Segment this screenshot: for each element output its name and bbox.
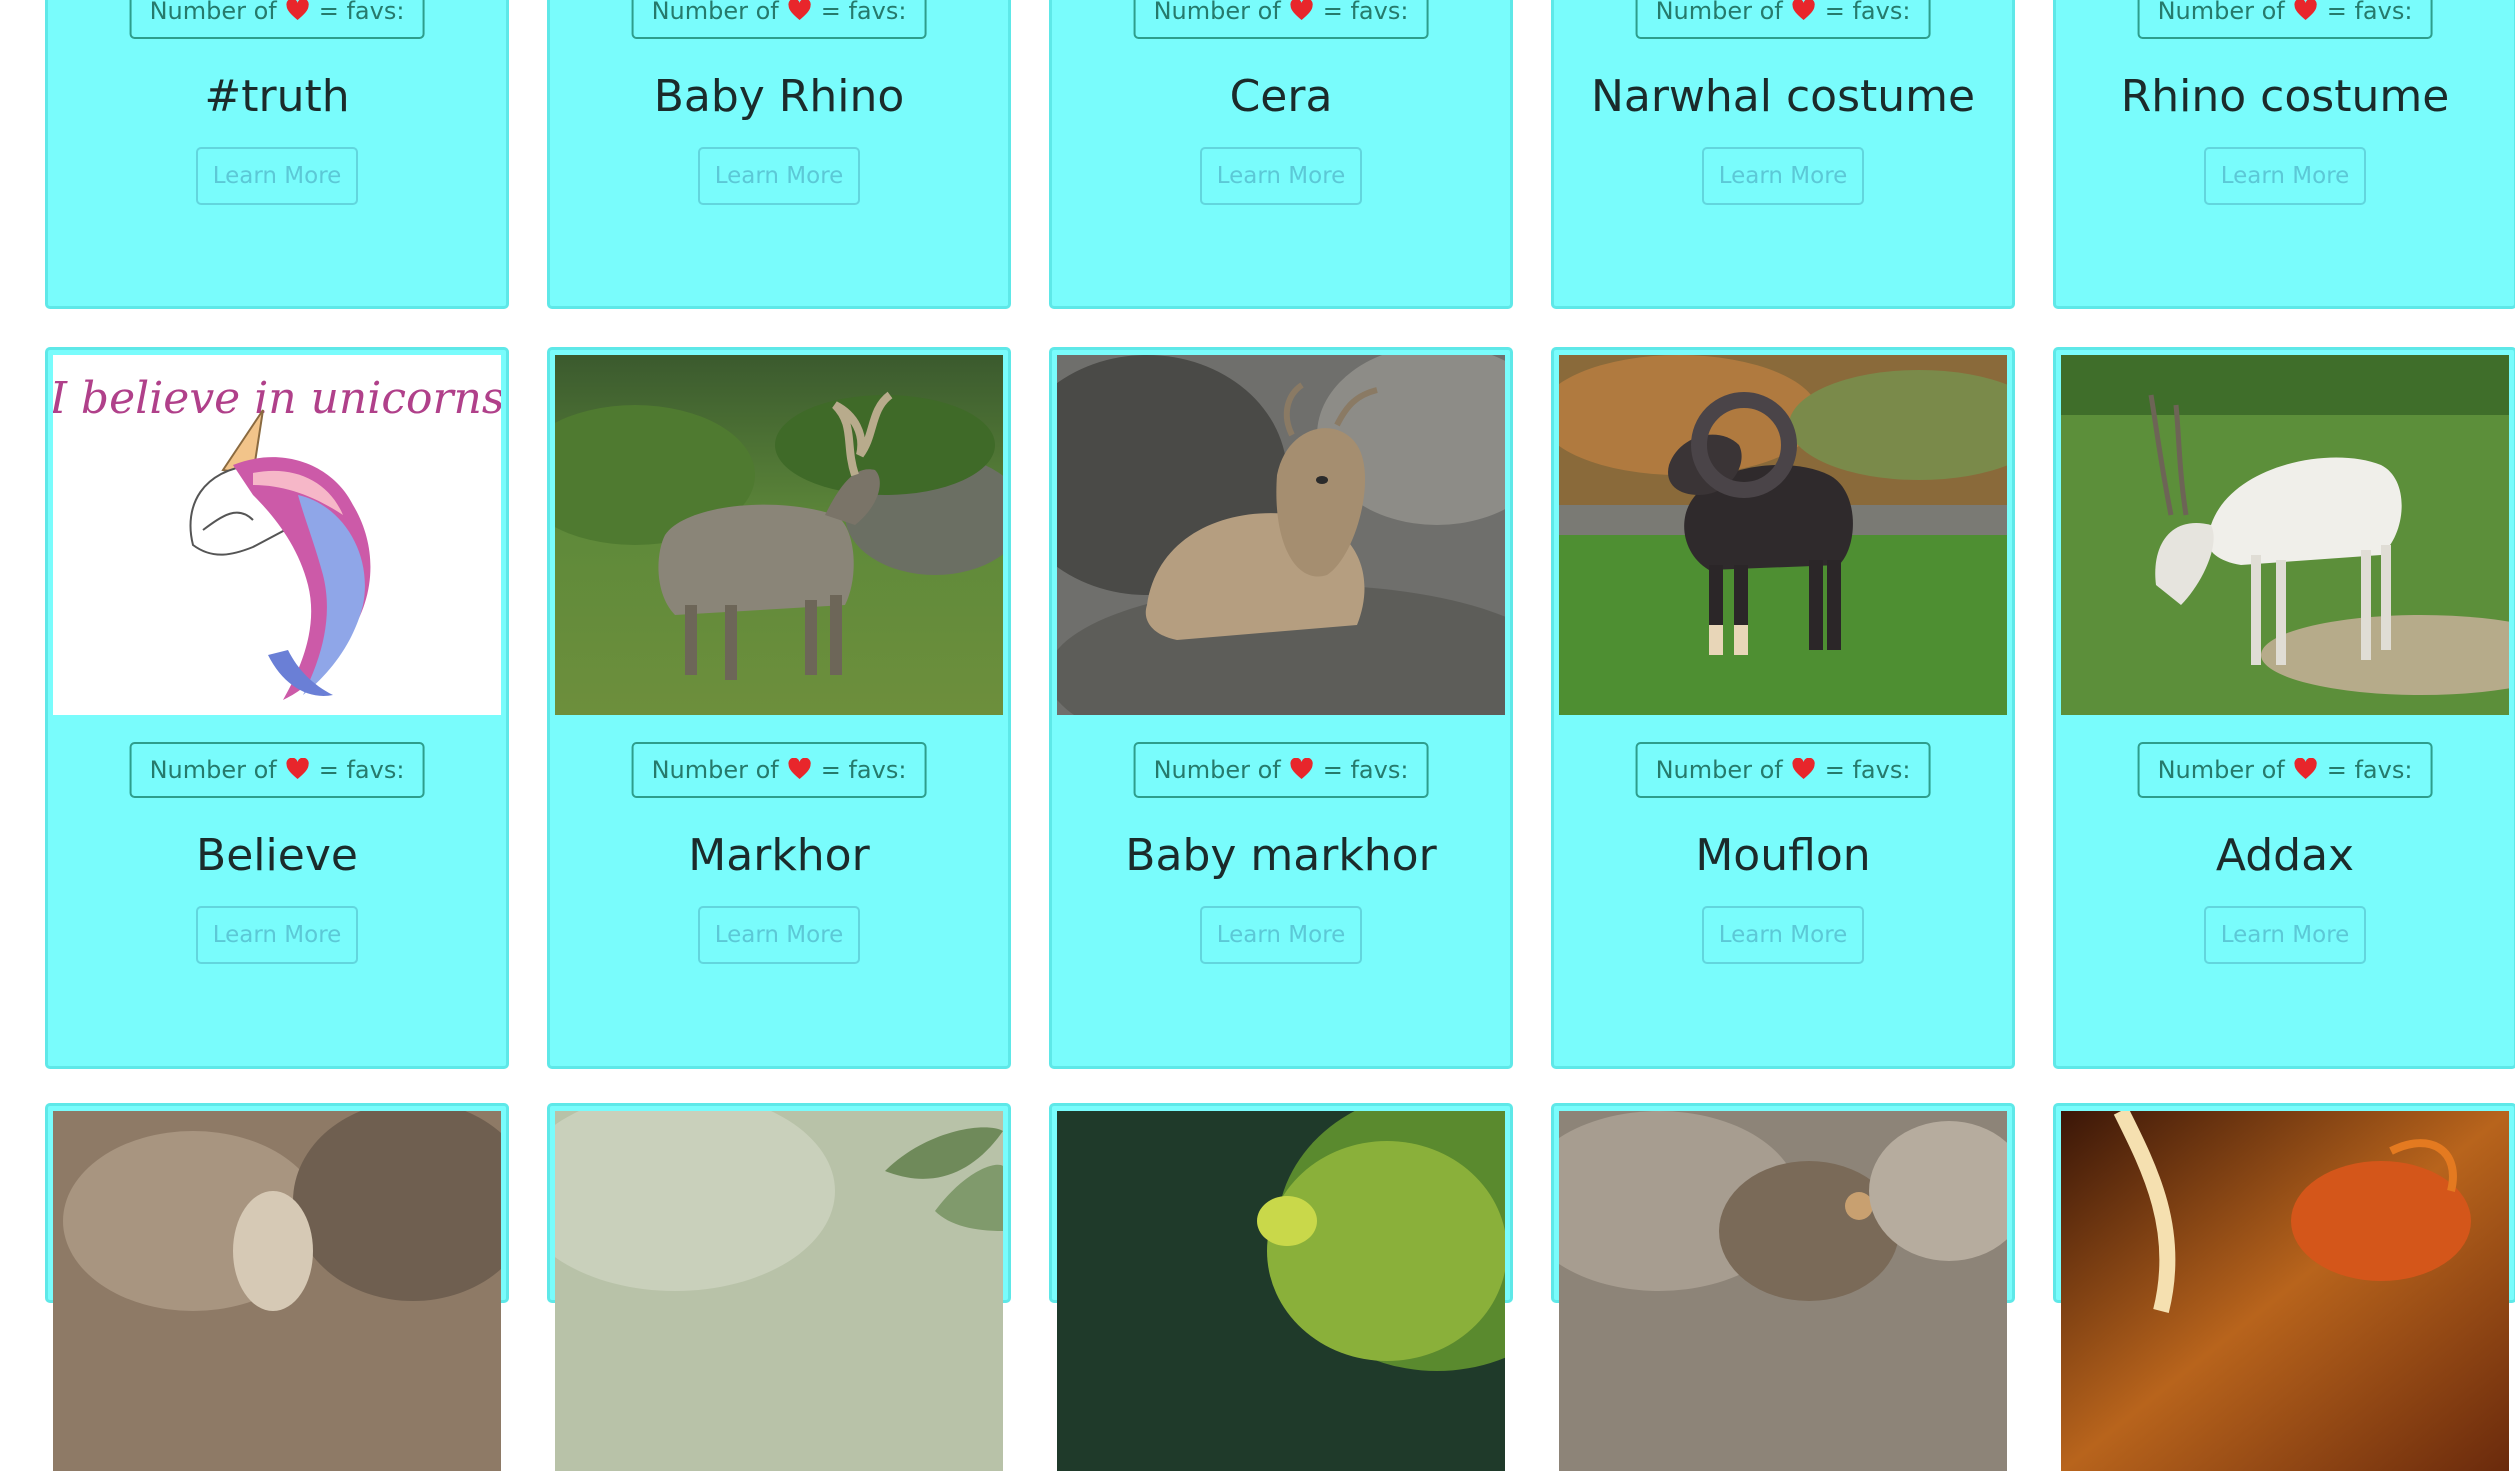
card-title: Baby markhor bbox=[1125, 830, 1437, 881]
learn-more-button[interactable]: Learn More bbox=[698, 906, 860, 964]
card-mouflon: Number of = favs: Mouflon Learn More bbox=[1551, 347, 2015, 1069]
card-row3-3 bbox=[1049, 1103, 1513, 1471]
animal-image bbox=[53, 1111, 501, 1471]
card-cera: Number of = favs: Cera Learn More bbox=[1049, 0, 1513, 309]
fav-count-badge: Number of = favs: bbox=[631, 742, 927, 798]
heart-icon bbox=[2294, 758, 2317, 779]
fav-count-badge: Number of = favs: bbox=[1133, 0, 1429, 39]
learn-more-button[interactable]: Learn More bbox=[1702, 906, 1864, 964]
card-title: Cera bbox=[1229, 71, 1333, 122]
heart-icon bbox=[1792, 0, 1815, 20]
card-title: Rhino costume bbox=[2120, 71, 2450, 122]
card-addax: Number of = favs: Addax Learn More bbox=[2053, 347, 2515, 1069]
card-row3-4 bbox=[1551, 1103, 2015, 1471]
markhor-image bbox=[555, 355, 1003, 715]
heart-icon bbox=[1290, 758, 1313, 779]
card-narwhal-costume: Number of = favs: Narwhal costume Learn M… bbox=[1551, 0, 2015, 309]
card-row3-5 bbox=[2053, 1103, 2515, 1471]
chameleon-image bbox=[1057, 1111, 1505, 1471]
heart-icon bbox=[788, 0, 811, 20]
fav-count-badge: Number of = favs: bbox=[129, 0, 425, 39]
learn-more-button[interactable]: Learn More bbox=[196, 147, 358, 205]
card-rhino-costume: Number of = favs: Rhino costume Learn Mor… bbox=[2053, 0, 2515, 309]
learn-more-button[interactable]: Learn More bbox=[2204, 906, 2366, 964]
fav-count-badge: Number of = favs: bbox=[2137, 0, 2433, 39]
mouflon-image bbox=[1559, 355, 2007, 715]
card-title: Baby Rhino bbox=[653, 71, 905, 122]
learn-more-button[interactable]: Learn More bbox=[1200, 906, 1362, 964]
learn-more-button[interactable]: Learn More bbox=[698, 147, 860, 205]
card-title: Markhor bbox=[688, 830, 870, 881]
heart-icon bbox=[788, 758, 811, 779]
card-believe: I believe in unicorns Number of = favs: B… bbox=[45, 347, 509, 1069]
learn-more-button[interactable]: Learn More bbox=[1702, 147, 1864, 205]
leaves-image bbox=[555, 1111, 1003, 1471]
card-title: #truth bbox=[204, 71, 350, 122]
learn-more-button[interactable]: Learn More bbox=[196, 906, 358, 964]
fav-count-badge: Number of = favs: bbox=[1133, 742, 1429, 798]
unicorn-image-caption: I believe in unicorns bbox=[53, 373, 501, 424]
card-markhor: Number of = favs: Markhor Learn More bbox=[547, 347, 1011, 1069]
card-row3-2 bbox=[547, 1103, 1011, 1471]
card-baby-markhor: Number of = favs: Baby markhor Learn More bbox=[1049, 347, 1513, 1069]
heart-icon bbox=[286, 758, 309, 779]
addax-image bbox=[2061, 355, 2509, 715]
fav-count-badge: Number of = favs: bbox=[1635, 0, 1931, 39]
fav-count-badge: Number of = favs: bbox=[129, 742, 425, 798]
card-title: Mouflon bbox=[1695, 830, 1871, 881]
dragon-image bbox=[2061, 1111, 2509, 1471]
fav-count-badge: Number of = favs: bbox=[2137, 742, 2433, 798]
heart-icon bbox=[286, 0, 309, 20]
card-grid: Number of = favs: #truth Learn More Numbe… bbox=[0, 0, 2515, 1471]
learn-more-button[interactable]: Learn More bbox=[2204, 147, 2366, 205]
card-truth: Number of = favs: #truth Learn More bbox=[45, 0, 509, 309]
baby-markhor-image bbox=[1057, 355, 1505, 715]
fav-count-badge: Number of = favs: bbox=[631, 0, 927, 39]
fav-count-badge: Number of = favs: bbox=[1635, 742, 1931, 798]
card-title: Addax bbox=[2215, 830, 2355, 881]
learn-more-button[interactable]: Learn More bbox=[1200, 147, 1362, 205]
heart-icon bbox=[2294, 0, 2317, 20]
card-title: Narwhal costume bbox=[1590, 71, 1976, 122]
heart-icon bbox=[1792, 758, 1815, 779]
toad-image bbox=[1559, 1111, 2007, 1471]
card-row3-1 bbox=[45, 1103, 509, 1471]
card-title: Believe bbox=[196, 830, 358, 881]
unicorn-image: I believe in unicorns bbox=[53, 355, 501, 715]
heart-icon bbox=[1290, 0, 1313, 20]
card-baby-rhino: Number of = favs: Baby Rhino Learn More bbox=[547, 0, 1011, 309]
